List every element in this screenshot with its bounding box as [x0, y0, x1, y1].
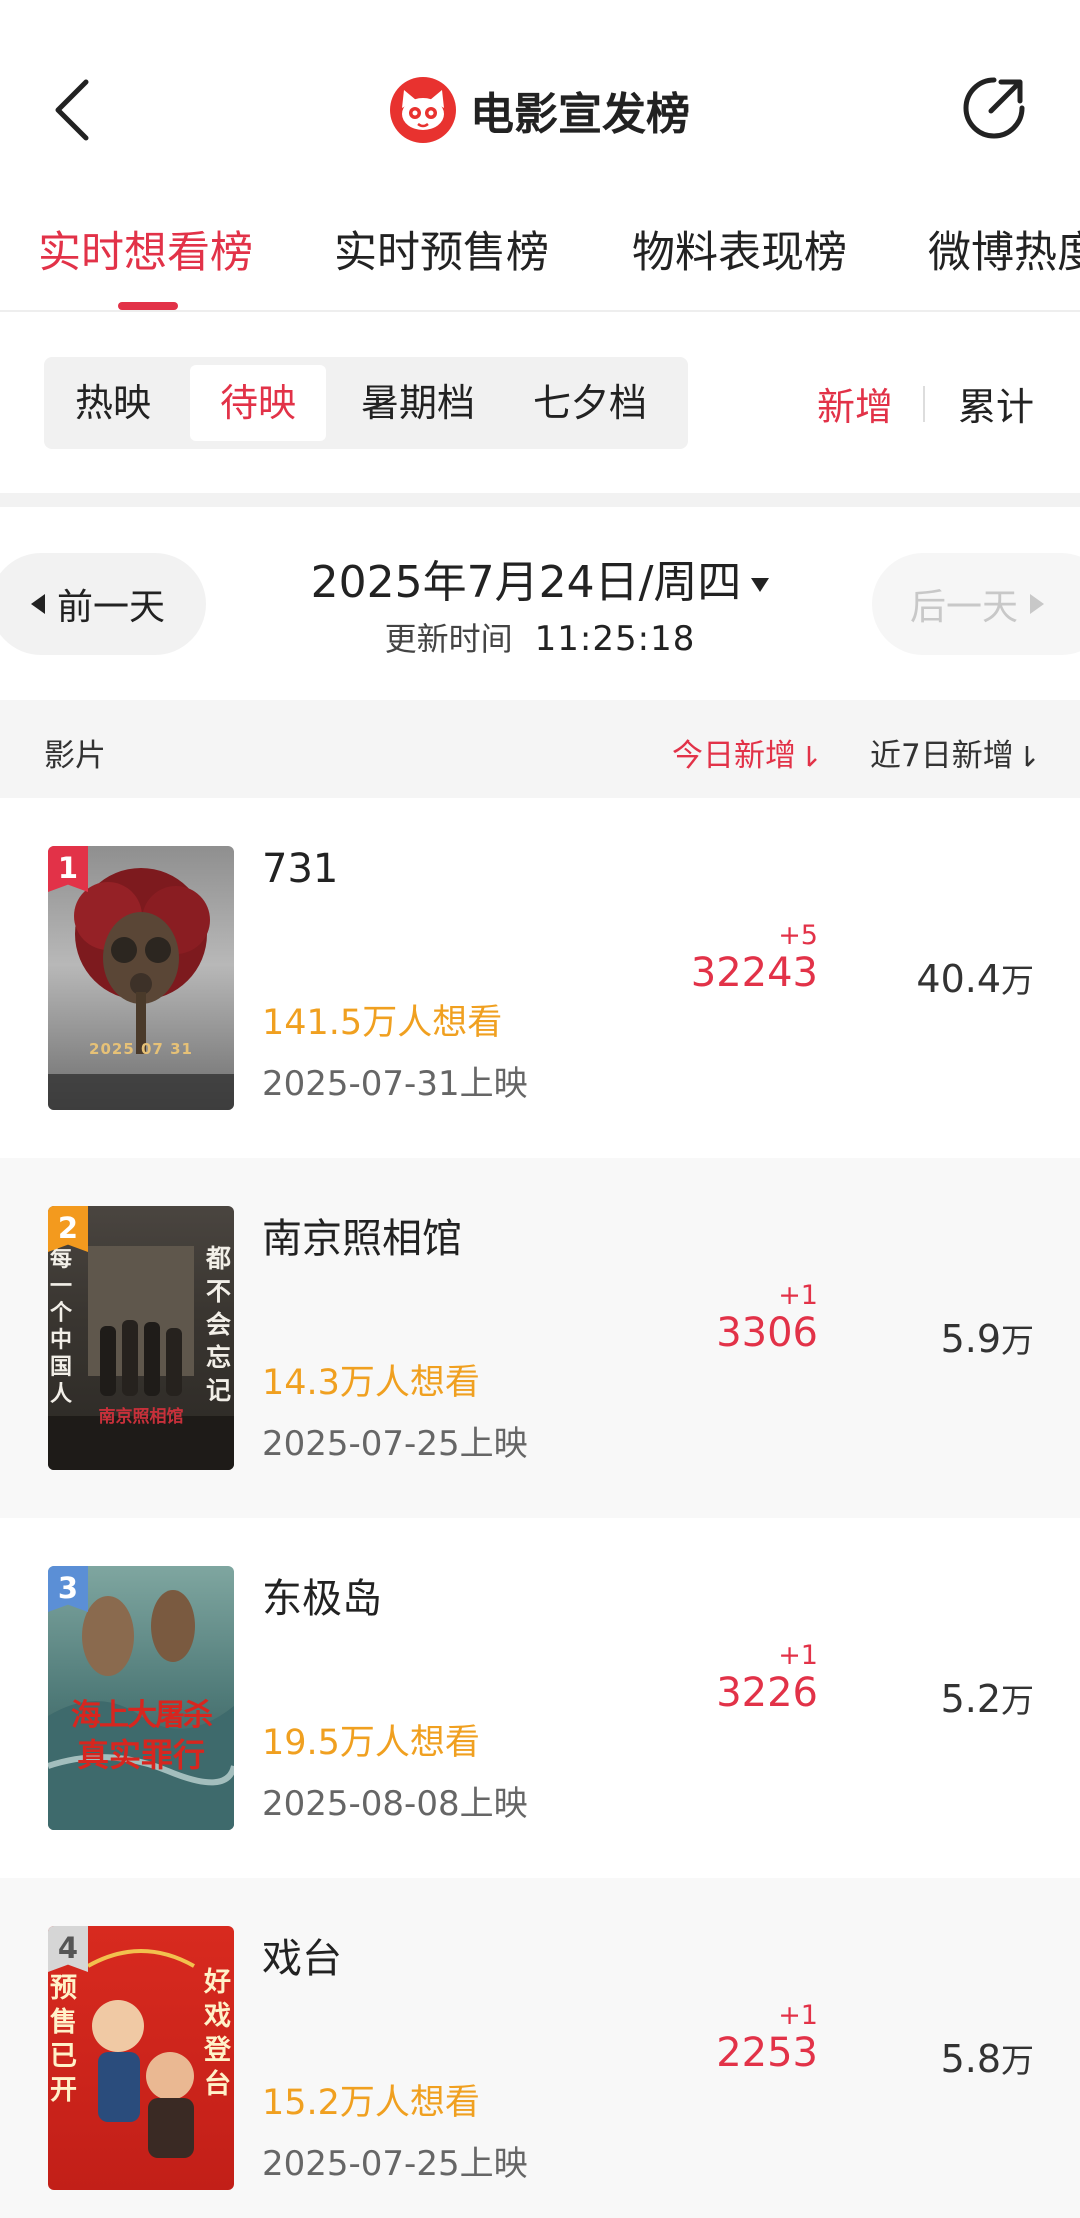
date-day: 24	[538, 557, 595, 608]
today-new-value: 32243	[690, 950, 818, 996]
caret-down-icon	[751, 578, 770, 592]
sort-arrow-icon	[807, 746, 817, 767]
movie-title: 731	[262, 846, 339, 892]
release-date: 2025-07-25上映	[262, 1424, 528, 1464]
toggle-divider	[923, 386, 925, 422]
toggle-total[interactable]: 累计	[958, 376, 1034, 431]
week-new-value: 40.4万	[916, 954, 1034, 1002]
tab-material-performance[interactable]: 物料表现榜	[632, 218, 847, 280]
column-today-new[interactable]: 今日新增	[672, 730, 818, 775]
poster-date-text: 2025 07 31	[89, 1040, 193, 1058]
share-button[interactable]	[958, 72, 1030, 144]
segment-showing[interactable]: 热映	[52, 365, 174, 441]
poster-left-text: 每一个中国人	[50, 1246, 73, 1407]
week-number: 5.2	[940, 1677, 1001, 1721]
poster-right-text: 都不会忘记	[206, 1244, 232, 1405]
movie-poster: 每一个中国人 都不会忘记 南京照相馆 2	[48, 1206, 234, 1470]
poster-title-text: 南京照相馆	[98, 1407, 184, 1427]
week-unit: 万	[1001, 2041, 1034, 2080]
release-date: 2025-07-31上映	[262, 1064, 528, 1104]
segment-qixi[interactable]: 七夕档	[510, 365, 670, 441]
next-day-label: 后一天	[910, 587, 1019, 628]
today-delta: +1	[778, 2000, 818, 2031]
week-new-value: 5.2万	[941, 1674, 1034, 1722]
sort-arrow-icon	[1025, 746, 1035, 767]
movie-poster: 预售已开 好戏登台 4	[48, 1926, 234, 2190]
date-month-suffix: 月	[494, 557, 539, 608]
top-bar: 电影宣发榜	[0, 30, 1080, 180]
release-date: 2025-07-25上映	[262, 2144, 528, 2184]
toggle-new[interactable]: 新增	[817, 376, 893, 431]
movie-poster: 2025 07 31 1	[48, 846, 234, 1110]
movie-title: 戏台	[262, 1936, 342, 1982]
movie-row[interactable]: 海上大屠杀 真实罪行 3 东极岛 19.5万人想看 2025-08-08上映 +…	[0, 1518, 1080, 1878]
page-title: 电影宣发榜	[470, 89, 690, 140]
week-number: 40.4	[916, 957, 1001, 1001]
category-segment: 热映 待映 暑期档 七夕档	[44, 357, 688, 449]
cat-logo-icon	[390, 77, 456, 143]
today-delta: +1	[778, 1280, 818, 1311]
today-delta: +1	[778, 1640, 818, 1671]
movie-title: 东极岛	[262, 1576, 382, 1622]
today-new-value: 3306	[716, 1310, 818, 1356]
movie-row[interactable]: 每一个中国人 都不会忘记 南京照相馆 2 南京照相馆 14.3万人想看 2025…	[0, 1158, 1080, 1518]
section-divider	[0, 493, 1080, 507]
next-day-button[interactable]: 后一天	[872, 553, 1080, 655]
want-count: 141.5万人想看	[262, 1003, 503, 1043]
poster-right-text: 好戏登台	[204, 1967, 231, 2100]
today-new-value: 3226	[716, 1670, 818, 1716]
tab-realtime-presale[interactable]: 实时预售榜	[334, 218, 549, 280]
share-icon	[963, 77, 1025, 139]
want-count: 19.5万人想看	[262, 1723, 480, 1763]
release-date: 2025-08-08上映	[262, 1784, 528, 1824]
week-number: 5.9	[940, 1317, 1001, 1361]
column-movie: 影片	[44, 738, 106, 774]
table-header: 影片 今日新增 近7日新增	[0, 700, 1080, 798]
poster-line-1: 海上大屠杀	[71, 1698, 213, 1733]
update-time: 11:25:18	[534, 619, 696, 659]
date-year: 2025	[310, 557, 423, 608]
poster-left-text: 预售已开	[50, 1973, 77, 2106]
week-unit: 万	[1001, 1681, 1034, 1720]
movie-title: 南京照相馆	[262, 1216, 462, 1262]
movie-poster: 海上大屠杀 真实罪行 3	[48, 1566, 234, 1830]
active-tab-indicator	[118, 302, 178, 310]
today-new-value: 2253	[716, 2030, 818, 2076]
week-unit: 万	[1001, 961, 1034, 1000]
date-day-suffix: 日/周四	[594, 557, 742, 608]
ranking-tabs: 实时想看榜 实时预售榜 物料表现榜 微博热度	[0, 190, 1080, 312]
want-count: 15.2万人想看	[262, 2083, 480, 2123]
page: 电影宣发榜 实时想看榜 实时预售榜 物料表现榜 微博热度 热映 待映 暑期档 七…	[0, 0, 1080, 2218]
caret-right-icon	[1030, 594, 1045, 614]
today-delta: +5	[778, 920, 818, 951]
poster-line-2: 真实罪行	[76, 1736, 205, 1774]
title-group: 电影宣发榜	[0, 70, 1080, 150]
tab-realtime-want[interactable]: 实时想看榜	[38, 218, 253, 280]
movie-row[interactable]: 预售已开 好戏登台 4 戏台 15.2万人想看 2025-07-25上映 +1 …	[0, 1878, 1080, 2218]
date-year-suffix: 年	[422, 557, 467, 608]
week-new-value: 5.9万	[941, 1314, 1034, 1362]
column-week-label: 近7日新增	[870, 738, 1014, 774]
column-week-new[interactable]: 近7日新增	[870, 730, 1036, 775]
want-count: 14.3万人想看	[262, 1363, 480, 1403]
segment-upcoming[interactable]: 待映	[190, 365, 326, 441]
week-number: 5.8	[940, 2037, 1001, 2081]
column-today-label: 今日新增	[672, 738, 796, 774]
week-unit: 万	[1001, 1321, 1034, 1360]
movie-row[interactable]: 2025 07 31 1 731 141.5万人想看 2025-07-31上映 …	[0, 798, 1080, 1158]
week-new-value: 5.8万	[941, 2034, 1034, 2082]
date-month: 7	[466, 557, 495, 608]
segment-summer[interactable]: 暑期档	[338, 365, 498, 441]
update-label: 更新时间	[384, 620, 513, 658]
tab-weibo-heat[interactable]: 微博热度	[928, 218, 1080, 280]
